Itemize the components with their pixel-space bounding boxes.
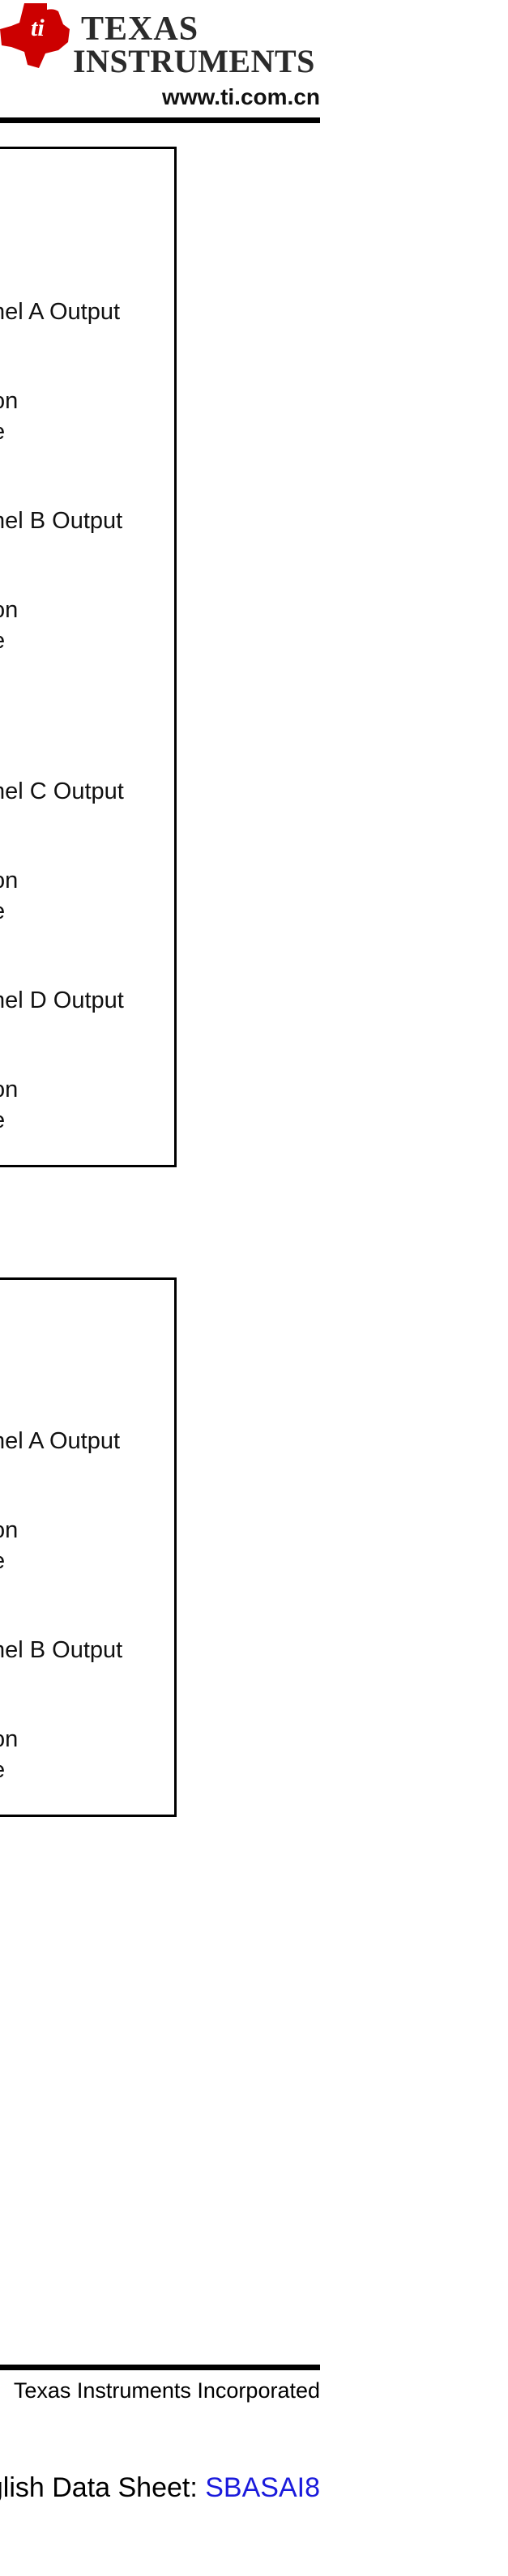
diagram-box-2: nel A Output on e nel B Output on e (0, 1277, 177, 1817)
label-fragment: on (0, 388, 19, 414)
label-fragment: on (0, 868, 19, 893)
english-datasheet-link[interactable]: SBASAI8 (205, 2472, 320, 2503)
svg-text:ti: ti (31, 15, 45, 41)
label-fragment: e (0, 1105, 5, 1137)
label-fragment: on (0, 597, 19, 623)
site-url-link[interactable]: www.ti.com.cn (162, 84, 320, 110)
english-datasheet-label: glish Data Sheet: (0, 2472, 206, 2503)
channel-d-output-label: nel D Output (0, 987, 124, 1013)
footer-divider (0, 2365, 320, 2370)
ti-logo-icon: ti (0, 3, 70, 68)
channel-c-output-label: nel C Output (0, 778, 124, 804)
channel-b-output-label: nel B Output (0, 1637, 123, 1663)
label-fragment: e (0, 416, 5, 448)
diagram-box-1: nel A Output on e nel B Output on e nel … (0, 147, 177, 1167)
label-fragment: e (0, 1755, 5, 1786)
header-divider (0, 117, 320, 123)
label-fragment: e (0, 1546, 5, 1577)
label-fragment: on (0, 1517, 19, 1543)
channel-a-output-label: nel A Output (0, 1428, 121, 1454)
brand-name-line2: INSTRUMENTS (73, 43, 315, 79)
label-fragment: on (0, 1726, 19, 1752)
label-fragment: on (0, 1077, 19, 1102)
copyright-text: Texas Instruments Incorporated (13, 2378, 320, 2403)
channel-b-output-label: nel B Output (0, 508, 123, 534)
label-fragment: e (0, 896, 5, 928)
label-fragment: e (0, 625, 5, 657)
english-datasheet-row: glish Data Sheet: SBASAI8 (0, 2472, 320, 2504)
channel-a-output-label: nel A Output (0, 299, 121, 325)
